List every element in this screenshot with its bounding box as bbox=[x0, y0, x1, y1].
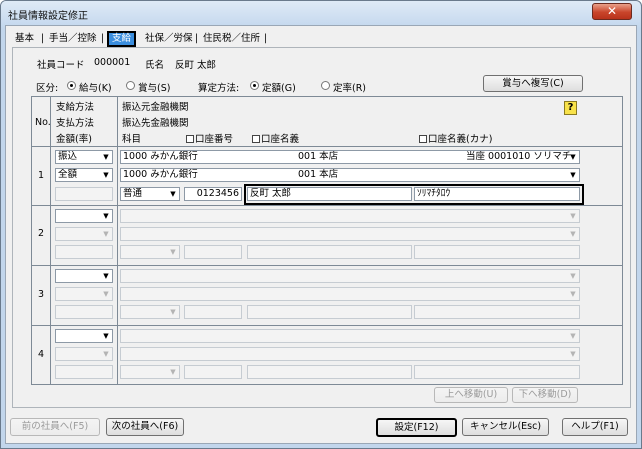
tab-separator: | bbox=[264, 31, 268, 47]
dest-bank-select[interactable]: ▼ bbox=[120, 227, 580, 241]
next-employee-button[interactable]: 次の社員へ(F6) bbox=[106, 418, 184, 436]
header-pay-type: 支払方法 bbox=[56, 118, 95, 129]
copy-to-bonus-button[interactable]: 賞与へ複写(C) bbox=[483, 75, 583, 92]
cancel-button[interactable]: キャンセル(Esc) bbox=[462, 418, 549, 436]
source-bank-select[interactable]: 1000 みかん銀行 001 本店 当座 0001010 ソリマチ ▼ bbox=[120, 150, 580, 164]
move-down-button[interactable]: 下へ移動(D) bbox=[512, 387, 578, 403]
radio-teigaku[interactable] bbox=[250, 81, 259, 90]
dest-bank-select[interactable]: 1000 みかん銀行 001 本店 ▼ bbox=[120, 168, 580, 182]
employee-code: 000001 bbox=[94, 57, 131, 68]
title-bar bbox=[1, 1, 640, 27]
checkbox[interactable] bbox=[186, 135, 194, 143]
dest-bank-select[interactable]: ▼ bbox=[120, 287, 580, 301]
tab-allowance[interactable]: 手当／控除 bbox=[46, 31, 100, 47]
kamoku-select[interactable]: ▼ bbox=[120, 305, 180, 319]
source-bank-select[interactable]: ▼ bbox=[120, 269, 580, 283]
pay-method-select[interactable]: 振込 ▼ bbox=[55, 150, 113, 164]
employee-code-label: 社員コード bbox=[37, 60, 85, 71]
holder-name-field[interactable] bbox=[247, 365, 412, 379]
help-icon[interactable]: ? bbox=[564, 101, 577, 115]
holder-name-field[interactable] bbox=[247, 305, 412, 319]
radio-shoyo[interactable] bbox=[126, 81, 135, 90]
kubun-label: 区分: bbox=[36, 83, 59, 94]
amount-field[interactable] bbox=[55, 365, 113, 379]
holder-name-field[interactable] bbox=[247, 245, 412, 259]
header-holder: 口座名義 bbox=[252, 131, 299, 145]
header-amount: 金額(率) bbox=[56, 134, 92, 145]
kamoku-select[interactable]: 普通 ▼ bbox=[120, 187, 180, 201]
source-bank-select[interactable]: ▼ bbox=[120, 329, 580, 343]
employee-name: 反町 太郎 bbox=[175, 60, 217, 71]
row-number: 4 bbox=[38, 349, 45, 360]
holder-kana-field[interactable] bbox=[414, 365, 580, 379]
checkbox[interactable] bbox=[252, 135, 260, 143]
source-bank-select[interactable]: ▼ bbox=[120, 209, 580, 223]
tab-separator: | bbox=[101, 31, 105, 47]
header-no: No. bbox=[35, 117, 51, 128]
row-number: 3 bbox=[38, 289, 45, 300]
pay-method-select[interactable]: ▼ bbox=[55, 209, 113, 223]
checkbox[interactable] bbox=[419, 135, 427, 143]
ok-button[interactable]: 設定(F12) bbox=[376, 418, 457, 437]
holder-kana-field[interactable] bbox=[414, 305, 580, 319]
pay-method-select[interactable]: ▼ bbox=[55, 329, 113, 343]
account-number-field[interactable] bbox=[184, 245, 242, 259]
radio-kyuyo-label[interactable]: 給与(K) bbox=[79, 80, 112, 94]
kamoku-select[interactable]: ▼ bbox=[120, 365, 180, 379]
header-holder-kana: 口座名義(カナ) bbox=[419, 131, 492, 145]
header-kamoku: 科目 bbox=[122, 134, 142, 145]
radio-teiritsu[interactable] bbox=[321, 81, 330, 90]
row-number: 1 bbox=[38, 170, 45, 181]
help-button[interactable]: ヘルプ(F1) bbox=[562, 418, 628, 436]
tab-payment[interactable]: 支給 bbox=[107, 31, 137, 47]
amount-field[interactable] bbox=[55, 305, 113, 319]
tab-separator: | bbox=[195, 31, 199, 47]
move-up-button[interactable]: 上へ移動(U) bbox=[434, 387, 508, 403]
radio-shoyo-label[interactable]: 賞与(S) bbox=[138, 80, 170, 94]
header-dest-bank: 振込先金融機関 bbox=[122, 118, 189, 129]
tab-separator: | bbox=[41, 31, 45, 47]
prev-employee-button[interactable]: 前の社員へ(F5) bbox=[10, 418, 100, 436]
holder-kana-field[interactable] bbox=[414, 245, 580, 259]
calc-method-label: 算定方法: bbox=[198, 83, 240, 94]
account-number-field[interactable] bbox=[184, 305, 242, 319]
pay-type-select[interactable]: 全額 ▼ bbox=[55, 168, 113, 182]
header-account-no: 口座番号 bbox=[186, 131, 233, 145]
holder-name-field[interactable]: 反町 太郎 bbox=[247, 187, 412, 201]
pay-method-select[interactable]: ▼ bbox=[55, 269, 113, 283]
employee-name-label: 氏名 bbox=[145, 60, 165, 71]
account-number-field[interactable]: 0123456 bbox=[184, 187, 242, 201]
radio-teiritsu-label[interactable]: 定率(R) bbox=[333, 80, 366, 94]
tab-basic[interactable]: 基本 bbox=[12, 31, 38, 47]
pay-type-select[interactable]: ▼ bbox=[55, 287, 113, 301]
close-button[interactable]: ✕ bbox=[592, 3, 632, 20]
pay-type-select[interactable]: ▼ bbox=[55, 347, 113, 361]
tab-residence[interactable]: 住民税／住所 bbox=[200, 31, 264, 47]
row-number: 2 bbox=[38, 228, 45, 239]
dest-bank-select[interactable]: ▼ bbox=[120, 347, 580, 361]
header-pay-method: 支給方法 bbox=[56, 102, 95, 113]
account-number-field[interactable] bbox=[184, 365, 242, 379]
tab-strip: 基本 | 手当／控除 | 支給 社保／労保 | 住民税／住所 | bbox=[12, 31, 312, 47]
tab-insurance[interactable]: 社保／労保 bbox=[142, 31, 196, 47]
amount-field[interactable] bbox=[55, 245, 113, 259]
pay-type-select[interactable]: ▼ bbox=[55, 227, 113, 241]
kamoku-select[interactable]: ▼ bbox=[120, 245, 180, 259]
radio-kyuyo[interactable] bbox=[67, 81, 76, 90]
holder-kana-field[interactable]: ｿﾘﾏﾁﾀﾛｳ bbox=[414, 187, 580, 201]
amount-field[interactable] bbox=[55, 187, 113, 201]
header-source-bank: 振込元金融機関 bbox=[122, 102, 189, 113]
radio-teigaku-label[interactable]: 定額(G) bbox=[262, 80, 296, 94]
window-title: 社員情報設定修正 bbox=[8, 11, 88, 22]
